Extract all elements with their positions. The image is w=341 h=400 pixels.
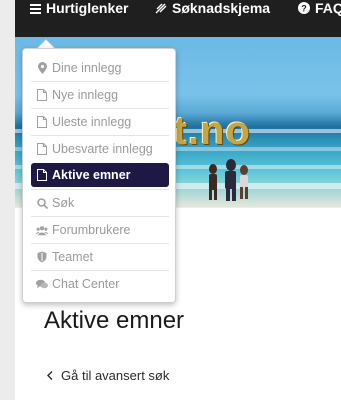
advanced-search-label: Gå til avansert søk bbox=[61, 368, 170, 383]
file-icon bbox=[36, 143, 48, 155]
file-icon bbox=[36, 169, 48, 181]
menu-item-label: Dine innlegg bbox=[52, 61, 122, 75]
map-marker-icon bbox=[36, 62, 48, 74]
menu-item-label: Søk bbox=[52, 196, 75, 210]
search-icon bbox=[36, 197, 48, 209]
menu-item-label: Uleste innlegg bbox=[52, 115, 132, 129]
page-title: Aktive emner bbox=[44, 307, 185, 334]
menu-item-label: Chat Center bbox=[52, 277, 120, 291]
menu-item-team[interactable]: Teamet bbox=[31, 245, 169, 269]
nav-quicklinks-label: Hurtiglenker bbox=[46, 0, 129, 16]
shield-icon bbox=[36, 251, 48, 263]
menu-item-forum-users[interactable]: Forumbrukere bbox=[31, 218, 169, 242]
menu-item-unread-posts[interactable]: Uleste innlegg bbox=[31, 110, 169, 134]
menu-item-label: Aktive emner bbox=[52, 168, 131, 182]
menu-item-label: Teamet bbox=[52, 250, 93, 264]
nav-application-form[interactable]: Søknadskjema bbox=[155, 1, 270, 15]
left-gutter bbox=[0, 0, 15, 400]
menu-item-label: Ubesvarte innlegg bbox=[52, 142, 153, 156]
advanced-search-link[interactable]: Gå til avansert søk bbox=[47, 368, 169, 383]
file-icon bbox=[36, 89, 48, 101]
nav-faq-label: FAQ bbox=[315, 0, 341, 16]
comments-icon bbox=[36, 279, 48, 290]
question-circle-icon: ? bbox=[298, 2, 310, 14]
menu-item-new-posts[interactable]: Nye innlegg bbox=[31, 83, 169, 107]
nav-quicklinks[interactable]: Hurtiglenker bbox=[30, 1, 128, 15]
users-icon bbox=[36, 225, 48, 236]
svg-text:?: ? bbox=[301, 4, 307, 14]
menu-item-unanswered-posts[interactable]: Ubesvarte innlegg bbox=[31, 137, 169, 161]
quicklinks-dropdown: Dine innlegg Nye innlegg Uleste innlegg … bbox=[22, 48, 176, 303]
menu-item-label: Forumbrukere bbox=[52, 223, 131, 237]
menu-item-search[interactable]: Søk bbox=[31, 191, 169, 215]
file-icon bbox=[36, 116, 48, 128]
top-navbar: Hurtiglenker Søknadskjema ? FAQ bbox=[15, 0, 341, 37]
menu-item-chat-center[interactable]: Chat Center bbox=[31, 272, 169, 296]
nav-faq[interactable]: ? FAQ bbox=[298, 1, 341, 15]
feather-icon bbox=[155, 2, 167, 14]
chevron-left-icon bbox=[47, 371, 53, 380]
nav-application-form-label: Søknadskjema bbox=[172, 0, 271, 16]
menu-item-your-posts[interactable]: Dine innlegg bbox=[31, 56, 169, 80]
menu-item-label: Nye innlegg bbox=[52, 88, 119, 102]
menu-item-active-topics[interactable]: Aktive emner bbox=[31, 163, 169, 187]
bars-icon bbox=[30, 3, 41, 14]
